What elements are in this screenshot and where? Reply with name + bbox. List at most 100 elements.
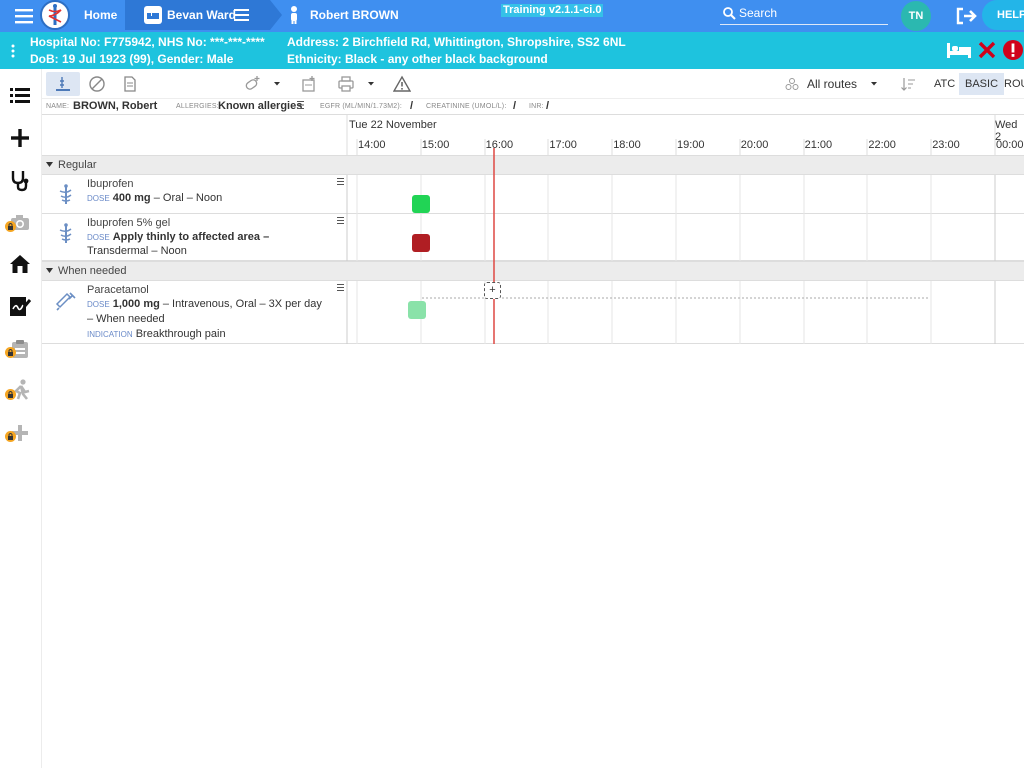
alert-icon[interactable] — [1002, 39, 1024, 61]
lock-icon — [5, 221, 16, 232]
pill-icon[interactable] — [88, 75, 106, 93]
dose-value: 1,000 mg — [112, 298, 160, 310]
allergies-label: ALLERGIES: — [176, 103, 219, 110]
view-route-button[interactable]: ROU — [998, 73, 1024, 95]
dose-label: DOSE — [87, 233, 110, 242]
ethnicity: Ethnicity: Black - any other black backg… — [287, 52, 548, 66]
dose-value: 400 mg — [112, 192, 151, 204]
allergies-value[interactable]: Known allergies — [218, 100, 302, 112]
lock-icon — [5, 347, 16, 358]
time-axis-label: 17:00 — [549, 139, 577, 151]
app-logo-icon[interactable] — [40, 0, 70, 30]
add-chart-icon[interactable] — [300, 75, 318, 93]
breadcrumb-home[interactable]: Home — [74, 0, 124, 30]
group-regular-label: Regular — [58, 159, 97, 171]
oral-route-icon — [54, 183, 78, 207]
stethoscope-icon[interactable] — [8, 168, 32, 192]
chart-date: Tue 22 November — [349, 119, 437, 131]
logout-icon[interactable] — [955, 6, 977, 26]
routes-filter-select[interactable]: All routes — [787, 69, 882, 99]
bed-icon[interactable] — [945, 40, 973, 60]
medication-chart: Tue 22 November Wed 2 14:00 15:00 16:00 17:… — [42, 115, 1024, 344]
dose-detail: – Intravenous, Oral – 3X per day — [159, 298, 322, 310]
row-menu-icon[interactable] — [337, 178, 345, 186]
medication-name: Ibuprofen 5% gel — [87, 217, 171, 229]
time-axis-label: 22:00 — [868, 139, 896, 151]
time-axis-label: 20:00 — [740, 139, 769, 151]
ward-menu-icon[interactable] — [234, 8, 250, 22]
creatinine-label: CREATININE (UMOL/L): — [426, 103, 507, 110]
add-administration-button[interactable]: + — [484, 282, 501, 299]
medication-dose-line: DOSE 1,000 mg – Intravenous, Oral – 3X p… — [87, 298, 322, 310]
medication-route-line: Transdermal – Noon — [87, 245, 187, 257]
group-when-needed-label: When needed — [58, 265, 127, 277]
time-axis-label: 15:00 — [421, 139, 450, 151]
row-menu-icon[interactable] — [337, 284, 345, 292]
person-icon — [288, 5, 300, 25]
add-icon[interactable] — [8, 126, 32, 150]
syringe-icon — [54, 289, 78, 313]
inr-label: INR: — [529, 103, 544, 110]
global-search[interactable] — [720, 3, 888, 25]
dose-label: DOSE — [87, 194, 110, 203]
medication-frequency-line: – When needed — [87, 313, 165, 325]
collapse-triangle-icon[interactable] — [46, 162, 53, 168]
collapse-triangle-icon[interactable] — [46, 268, 53, 274]
signature-icon[interactable] — [8, 294, 32, 318]
indication-value: Breakthrough pain — [135, 328, 226, 340]
administration-view-icon[interactable] — [54, 75, 72, 93]
administration-given-marker[interactable] — [412, 195, 430, 213]
medication-row-ibuprofen-gel[interactable]: Ibuprofen 5% gel DOSE Apply thinly to af… — [42, 214, 1024, 261]
medication-name: Paracetamol — [87, 284, 149, 296]
time-axis-label: 18:00 — [613, 139, 641, 151]
close-record-icon[interactable] — [978, 40, 996, 60]
indication-label: INDICATION — [87, 330, 133, 339]
list-icon[interactable] — [8, 83, 32, 107]
sort-icon[interactable] — [900, 76, 916, 92]
patient-banner: Hospital No: F775942, NHS No: ***-***-**… — [0, 32, 1024, 69]
medication-name: Ibuprofen — [87, 178, 134, 190]
administration-not-given-marker[interactable] — [412, 234, 430, 252]
environment-badge: Training v2.1.1-ci.0 — [501, 4, 604, 17]
dose-label: DOSE — [87, 300, 110, 309]
time-axis-label: 21:00 — [804, 139, 833, 151]
ward-bed-icon — [144, 6, 162, 24]
administration-prn-marker[interactable] — [408, 301, 426, 319]
document-icon[interactable] — [121, 75, 139, 93]
medication-indication-line: INDICATION Breakthrough pain — [87, 328, 226, 340]
search-input[interactable] — [739, 4, 884, 22]
warning-icon[interactable] — [393, 75, 411, 93]
view-atc-button[interactable]: ATC — [928, 73, 961, 95]
dose-detail: – Oral – Noon — [150, 192, 223, 204]
hospital-number: Hospital No: F775942, NHS No: ***-***-**… — [30, 35, 265, 49]
inr-value: / — [546, 100, 550, 112]
address: Address: 2 Birchfield Rd, Whittington, S… — [287, 35, 626, 49]
egfr-value: / — [410, 100, 414, 112]
help-button[interactable]: HELP — [982, 0, 1024, 30]
chevron-down-icon[interactable] — [273, 81, 281, 87]
medication-row-ibuprofen[interactable]: Ibuprofen DOSE 400 mg – Oral – Noon — [42, 175, 1024, 214]
creatinine-value: / — [513, 100, 517, 112]
group-when-needed-header[interactable]: When needed — [42, 261, 1024, 281]
home-icon[interactable] — [8, 252, 32, 276]
patient-info-strip: NAME: BROWN, Robert ALLERGIES: Known all… — [42, 99, 1024, 115]
kebab-menu-icon[interactable] — [10, 44, 16, 58]
group-regular-header[interactable]: Regular — [42, 155, 1024, 175]
print-icon[interactable] — [337, 75, 355, 93]
row-menu-icon[interactable] — [337, 217, 345, 225]
top-navigation-bar: Home Bevan Ward Robert BROWN Training v2… — [0, 0, 1024, 32]
search-icon — [723, 7, 736, 20]
egfr-label: EGFR (ML/MIN/1.73M2): — [320, 103, 402, 110]
medication-row-paracetamol[interactable]: Paracetamol DOSE 1,000 mg – Intravenous,… — [42, 281, 1024, 344]
main-menu-icon[interactable] — [14, 6, 36, 26]
medication-dose-line: DOSE Apply thinly to affected area – — [87, 231, 269, 243]
lock-icon — [5, 431, 16, 442]
chevron-down-icon[interactable] — [870, 81, 878, 87]
patient-name: BROWN, Robert — [73, 100, 158, 112]
add-medication-icon[interactable] — [243, 75, 261, 93]
allergies-menu-icon[interactable] — [297, 100, 305, 110]
medication-dose-line: DOSE 400 mg – Oral – Noon — [87, 192, 222, 204]
user-avatar[interactable]: TN — [901, 1, 931, 31]
chevron-down-icon[interactable] — [367, 81, 375, 87]
left-navigation-rail — [0, 69, 42, 768]
